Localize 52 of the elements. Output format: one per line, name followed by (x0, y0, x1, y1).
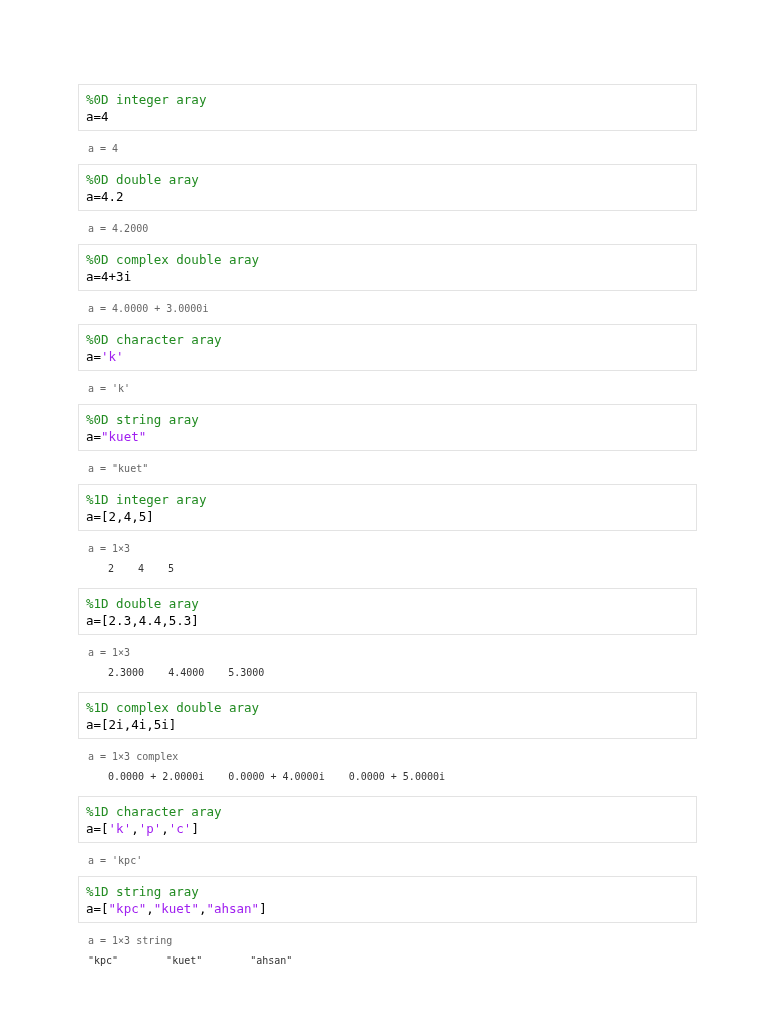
output-text: a = 4.2000 (88, 222, 149, 236)
output-value: "kpc" (88, 954, 119, 968)
output-text: a = 1×3 (88, 646, 131, 660)
output-text: a = 1×3 complex (88, 750, 179, 764)
code-line: a=4+3i (86, 268, 132, 285)
code-comment: %0D complex double aray (86, 251, 260, 268)
code-cell[interactable]: %0D character aray a='k' (78, 324, 697, 371)
output-value: 5 (168, 562, 175, 576)
output-value: 4 (138, 562, 145, 576)
code-comment: %0D integer aray (86, 91, 207, 108)
output-text: a = 'k' (88, 382, 131, 396)
code-comment: %1D complex double aray (86, 699, 260, 716)
code-cell[interactable]: %1D string aray a=["kpc","kuet","ahsan"] (78, 876, 697, 923)
code-comment: %0D string aray (86, 411, 199, 428)
output-value: "kuet" (166, 954, 203, 968)
output-text: a = 1×3 (88, 542, 131, 556)
output-value: 0.0000 + 5.0000i (348, 770, 445, 784)
code-comment: %0D character aray (86, 331, 222, 348)
code-line: a=4.2 (86, 188, 124, 205)
code-line: a=[2,4,5] (86, 508, 154, 525)
code-line: a='k' (86, 348, 124, 365)
output-value: 4.4000 (168, 666, 205, 680)
output-value: "ahsan" (250, 954, 293, 968)
code-comment: %1D string aray (86, 883, 199, 900)
code-cell[interactable]: %0D string aray a="kuet" (78, 404, 697, 451)
code-cell[interactable]: %0D integer aray a=4 (78, 84, 697, 131)
output-value: 2 (108, 562, 115, 576)
code-line: a=[2.3,4.4,5.3] (86, 612, 199, 629)
output-value: 5.3000 (228, 666, 265, 680)
output-text: a = "kuet" (88, 462, 149, 476)
code-comment: %1D integer aray (86, 491, 207, 508)
code-line: a=[2i,4i,5i] (86, 716, 177, 733)
code-comment: %1D character aray (86, 803, 222, 820)
output-text: a = 4 (88, 142, 119, 156)
code-cell[interactable]: %0D double aray a=4.2 (78, 164, 697, 211)
output-value: 0.0000 + 2.0000i (108, 770, 205, 784)
output-value: 2.3000 (108, 666, 145, 680)
output-value: 0.0000 + 4.0000i (228, 770, 325, 784)
code-cell[interactable]: %1D character aray a=['k','p','c'] (78, 796, 697, 843)
code-line: a="kuet" (86, 428, 147, 445)
code-cell[interactable]: %1D complex double aray a=[2i,4i,5i] (78, 692, 697, 739)
output-text: a = 'kpc' (88, 854, 143, 868)
code-comment: %0D double aray (86, 171, 199, 188)
code-line: a=['k','p','c'] (86, 820, 199, 837)
code-cell[interactable]: %1D integer aray a=[2,4,5] (78, 484, 697, 531)
code-cell[interactable]: %1D double aray a=[2.3,4.4,5.3] (78, 588, 697, 635)
code-line: a=["kpc","kuet","ahsan"] (86, 900, 267, 917)
code-line: a=4 (86, 108, 109, 125)
code-cell[interactable]: %0D complex double aray a=4+3i (78, 244, 697, 291)
output-text: a = 4.0000 + 3.0000i (88, 302, 209, 316)
output-text: a = 1×3 string (88, 934, 173, 948)
code-comment: %1D double aray (86, 595, 199, 612)
